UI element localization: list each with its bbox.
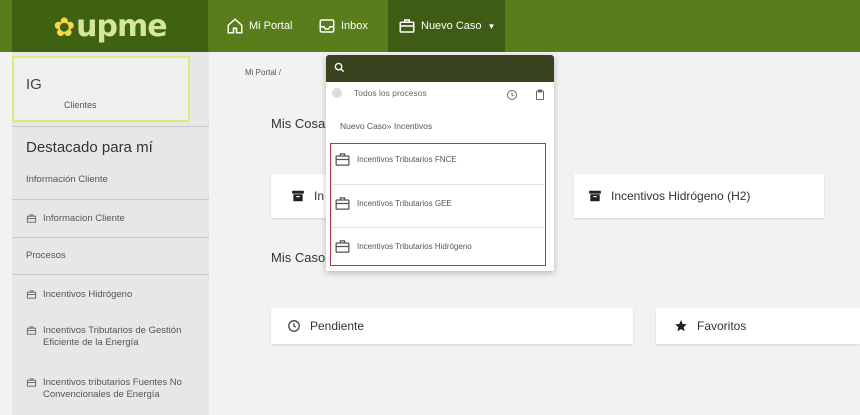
- card-incentivos-hidrogeno[interactable]: Incentivos Hidrógeno (H2): [574, 174, 824, 218]
- card-label: In: [314, 189, 325, 203]
- card-pendiente[interactable]: Pendiente: [271, 308, 633, 344]
- sidebar-item-label: Incentivos tributarios Fuentes No Conven…: [43, 377, 182, 400]
- clock-icon: [288, 320, 300, 332]
- radio-button[interactable]: [332, 88, 342, 98]
- case-icon: [26, 326, 37, 335]
- dropdown-header: Nuevo Caso» Incentivos: [340, 121, 433, 131]
- nav-inbox-label: Inbox: [341, 20, 368, 32]
- sidebar-section-title: Destacado para mí: [26, 139, 153, 156]
- card-label: Incentivos Hidrógeno (H2): [611, 189, 751, 203]
- menu-item-label: Incentivos Tributarios Hidrógeno: [357, 242, 472, 251]
- menu-item-label: Incentivos Tributarios FNCE: [357, 155, 457, 164]
- star-icon: [675, 320, 687, 332]
- case-icon: [335, 240, 350, 253]
- menu-item-gee[interactable]: Incentivos Tributarios GEE: [334, 195, 544, 212]
- card-label: Favoritos: [697, 319, 747, 333]
- client-label: Clientes: [64, 100, 97, 110]
- card-label: Pendiente: [310, 319, 365, 333]
- filter-all-processes[interactable]: Todos los procesos: [332, 88, 427, 98]
- nav-mi-portal-label: Mi Portal: [249, 20, 293, 32]
- nav-inbox[interactable]: Inbox: [318, 0, 368, 52]
- menu-item-label: Incentivos Tributarios GEE: [357, 199, 452, 208]
- search-icon: [334, 62, 345, 73]
- card-favoritos[interactable]: Favoritos: [656, 308, 860, 344]
- archive-icon: [589, 190, 601, 202]
- nav-nuevo-caso-label: Nuevo Caso: [421, 20, 482, 32]
- sidebar-item-label: Informacion Cliente: [43, 213, 125, 224]
- case-icon: [335, 197, 350, 210]
- logo[interactable]: ✿upme: [12, 0, 208, 52]
- sidebar-item-informacion-cliente[interactable]: Informacion Cliente: [26, 213, 125, 225]
- sidebar-item-incentivos-fnce[interactable]: Incentivos tributarios Fuentes No Conven…: [26, 377, 211, 401]
- section-title-mis-casos: Mis Caso: [271, 250, 326, 265]
- sidebar: IG Clientes Destacado para mí Informació…: [12, 52, 209, 415]
- breadcrumb[interactable]: Mi Portal /: [245, 68, 281, 77]
- nav-mi-portal[interactable]: Mi Portal: [226, 0, 292, 52]
- case-icon: [399, 19, 415, 33]
- case-icon: [26, 214, 37, 223]
- client-card[interactable]: IG Clientes: [12, 56, 190, 122]
- home-icon: [227, 18, 243, 34]
- avatar: IG: [26, 76, 42, 93]
- nuevo-caso-dropdown: Todos los procesos Nuevo Caso» Incentivo…: [326, 55, 554, 271]
- chevron-down-icon: ▼: [487, 21, 496, 31]
- filter-label: Todos los procesos: [354, 88, 427, 98]
- divider: [12, 274, 209, 275]
- menu-item-fnce[interactable]: Incentivos Tributarios FNCE: [334, 151, 544, 168]
- sidebar-item-label: Incentivos Hidrógeno: [43, 289, 133, 300]
- sidebar-item-incentivos-gee[interactable]: Incentivos Tributarios de Gestión Eficie…: [26, 325, 201, 349]
- case-icon: [26, 378, 37, 387]
- nav-nuevo-caso[interactable]: Nuevo Caso ▼: [388, 0, 506, 52]
- clock-icon[interactable]: [506, 89, 518, 101]
- divider: [332, 184, 544, 185]
- sidebar-processes-label: Procesos: [26, 250, 66, 261]
- inbox-icon: [319, 19, 335, 33]
- dropdown-search-bar: [326, 55, 554, 82]
- archive-icon: [292, 190, 304, 202]
- sidebar-item-label: Incentivos Tributarios de Gestión Eficie…: [43, 325, 182, 348]
- search-input[interactable]: [352, 59, 542, 77]
- divider: [12, 199, 209, 200]
- section-title-mis-cosas: Mis Cosa: [271, 116, 326, 131]
- clipboard-icon[interactable]: [534, 89, 546, 101]
- divider: [332, 227, 544, 228]
- top-navigation-bar: ✿upme Mi Portal Inbox Nuevo Caso ▼: [0, 0, 860, 52]
- sidebar-info-label: Información Cliente: [26, 174, 108, 185]
- case-icon: [335, 153, 350, 166]
- logo-text: ✿upme: [53, 8, 167, 44]
- menu-item-hidrogeno[interactable]: Incentivos Tributarios Hidrógeno: [334, 238, 544, 255]
- divider: [12, 237, 209, 238]
- case-icon: [26, 290, 37, 299]
- sidebar-item-incentivos-hidrogeno[interactable]: Incentivos Hidrógeno: [26, 289, 132, 301]
- divider: [12, 126, 209, 127]
